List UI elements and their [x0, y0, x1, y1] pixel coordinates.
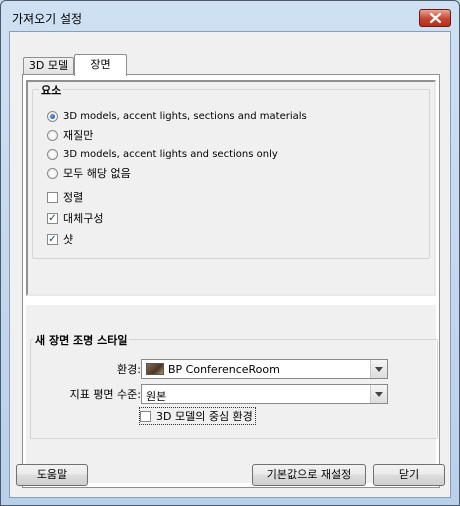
checkbox-label: 3D 모델의 중심 환경: [156, 410, 253, 423]
checkbox[interactable]: [140, 410, 151, 422]
radio-button[interactable]: [47, 110, 58, 122]
ground-plane-select[interactable]: 원본: [141, 384, 388, 404]
ground-plane-value: 원본: [146, 390, 167, 403]
radio-label: 재질만: [63, 129, 94, 142]
radio-button[interactable]: [47, 167, 58, 179]
elements-panel: 요소 3D models, accent lights, sections an…: [26, 80, 436, 296]
tab-panel: 요소 3D models, accent lights, sections an…: [22, 74, 440, 488]
reset-defaults-button[interactable]: 기본값으로 재설정: [252, 464, 366, 486]
elements-group: 요소 3D models, accent lights, sections an…: [32, 82, 430, 259]
radio-button[interactable]: [47, 148, 58, 160]
ground-plane-label: 지표 평면 수준:: [69, 388, 141, 401]
radio-label: 모두 해당 없음: [63, 167, 131, 180]
lighting-legend: 새 장면 조명 스타일: [33, 332, 130, 348]
checkbox[interactable]: ✓: [47, 233, 58, 245]
checkbox-alternates[interactable]: ✓ 대체구성: [47, 210, 103, 226]
tab-3d-model[interactable]: 3D 모델: [23, 57, 74, 75]
lighting-panel: 새 장면 조명 스타일 환경: BP ConferenceRoom 지표 평면 …: [26, 305, 438, 483]
radio-option-all[interactable]: 3D models, accent lights, sections and m…: [47, 108, 307, 124]
help-button[interactable]: 도움말: [16, 464, 88, 486]
radio-option-models-only[interactable]: 3D models, accent lights and sections on…: [47, 146, 278, 162]
window-title: 가져오기 설정: [12, 12, 83, 26]
checkbox-label: 정렬: [63, 191, 84, 204]
checkbox-align[interactable]: 정렬: [47, 189, 83, 205]
checkbox[interactable]: [47, 191, 58, 203]
chevron-down-icon[interactable]: [370, 385, 387, 403]
chevron-down-icon[interactable]: [370, 360, 387, 378]
center-environment-checkbox[interactable]: 3D 모델의 중심 환경: [139, 407, 256, 425]
radio-button[interactable]: [47, 129, 58, 141]
environment-label: 환경:: [117, 363, 141, 376]
checkbox-label: 대체구성: [63, 212, 104, 225]
close-icon: [429, 12, 442, 24]
radio-label: 3D models, accent lights and sections on…: [63, 148, 278, 160]
lighting-group: 새 장면 조명 스타일 환경: BP ConferenceRoom 지표 평면 …: [30, 332, 438, 439]
radio-option-materials-only[interactable]: 재질만: [47, 127, 93, 143]
environment-thumbnail: [146, 363, 164, 375]
title-bar[interactable]: 가져오기 설정: [1, 1, 459, 33]
environment-value: BP ConferenceRoom: [168, 363, 280, 376]
elements-legend: 요소: [39, 82, 64, 98]
checkbox-label: 샷: [63, 233, 74, 246]
radio-option-none[interactable]: 모두 해당 없음: [47, 165, 131, 181]
close-window-button[interactable]: [419, 9, 451, 27]
checkbox[interactable]: ✓: [47, 212, 58, 224]
close-button[interactable]: 닫기: [373, 464, 445, 486]
dialog-client-area: 3D 모델 장면 요소 3D models, accent lights, se…: [9, 31, 451, 498]
dialog-window: 가져오기 설정 3D 모델 장면 요소 3D models, accent li…: [0, 0, 460, 506]
radio-label: 3D models, accent lights, sections and m…: [63, 110, 307, 122]
environment-select[interactable]: BP ConferenceRoom: [141, 359, 388, 379]
checkbox-shots[interactable]: ✓ 샷: [47, 231, 73, 247]
tab-scene[interactable]: 장면: [74, 54, 127, 76]
